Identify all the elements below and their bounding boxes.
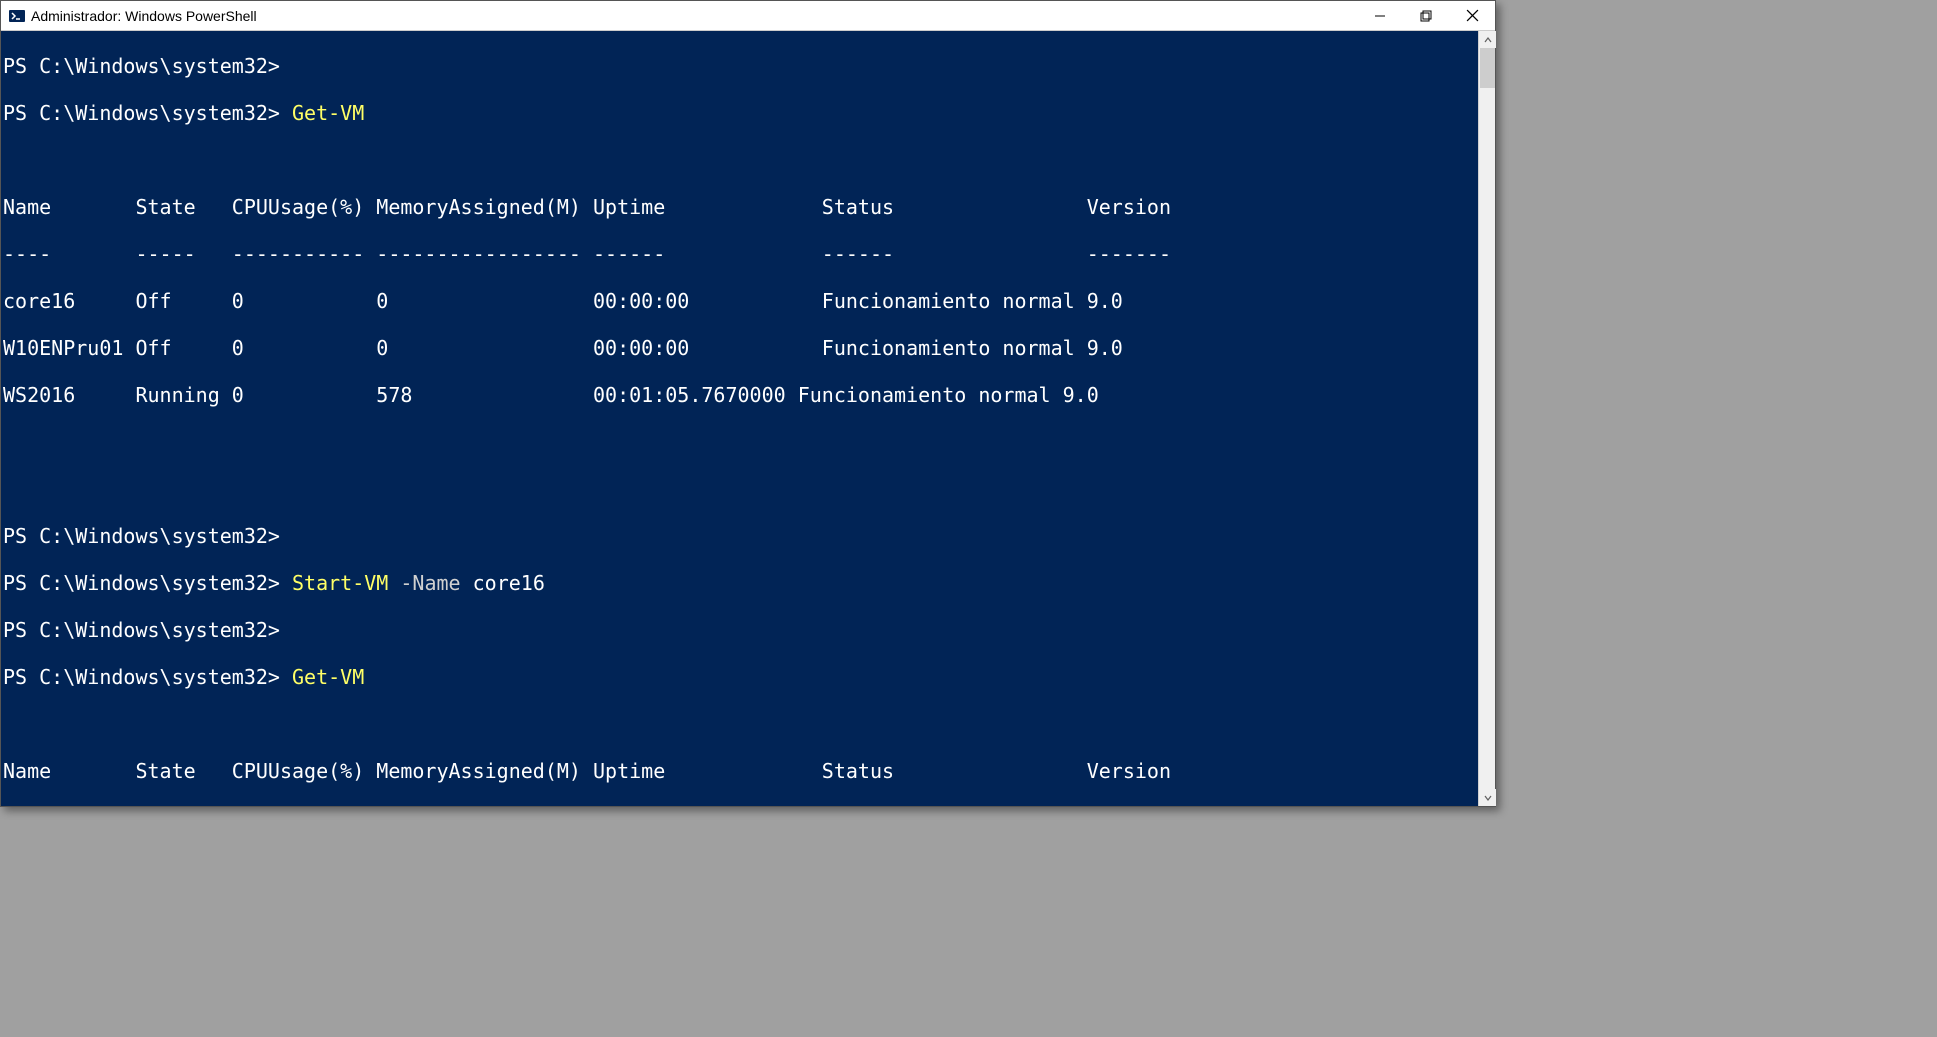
powershell-icon	[9, 8, 25, 24]
command-getvm: Get-VM	[292, 665, 364, 689]
table-row: core16 Off 0 0 00:00:00 Funcionamiento n…	[3, 290, 1478, 314]
prompt: PS C:\Windows\system32>	[3, 571, 280, 595]
client-area: PS C:\Windows\system32> PS C:\Windows\sy…	[1, 31, 1495, 806]
command-getvm: Get-VM	[292, 101, 364, 125]
table-header: Name State CPUUsage(%) MemoryAssigned(M)…	[3, 760, 1478, 784]
scroll-up-button[interactable]	[1479, 31, 1496, 48]
close-button[interactable]	[1449, 1, 1495, 30]
scroll-down-button[interactable]	[1479, 789, 1496, 806]
powershell-window: Administrador: Windows PowerShell PS C:\…	[0, 0, 1496, 807]
table-row: W10ENPru01 Off 0 0 00:00:00 Funcionamien…	[3, 337, 1478, 361]
prompt: PS C:\Windows\system32>	[3, 618, 280, 642]
prompt: PS C:\Windows\system32>	[3, 54, 280, 78]
param-name: -Name	[400, 571, 460, 595]
prompt: PS C:\Windows\system32>	[3, 524, 280, 548]
scroll-thumb[interactable]	[1480, 48, 1495, 88]
maximize-button[interactable]	[1403, 1, 1449, 30]
prompt: PS C:\Windows\system32>	[3, 665, 280, 689]
prompt: PS C:\Windows\system32>	[3, 101, 280, 125]
command-startvm: Start-VM	[292, 571, 388, 595]
vertical-scrollbar[interactable]	[1478, 31, 1495, 806]
terminal-output[interactable]: PS C:\Windows\system32> PS C:\Windows\sy…	[1, 31, 1478, 806]
title-bar[interactable]: Administrador: Windows PowerShell	[1, 1, 1495, 31]
table-header: Name State CPUUsage(%) MemoryAssigned(M)…	[3, 196, 1478, 220]
window-controls	[1357, 1, 1495, 30]
minimize-button[interactable]	[1357, 1, 1403, 30]
table-row: WS2016 Running 0 578 00:01:05.7670000 Fu…	[3, 384, 1478, 408]
table-divider: ---- ----- ----------- -----------------…	[3, 243, 1478, 267]
arg-core16: core16	[473, 571, 545, 595]
window-title: Administrador: Windows PowerShell	[31, 8, 257, 24]
